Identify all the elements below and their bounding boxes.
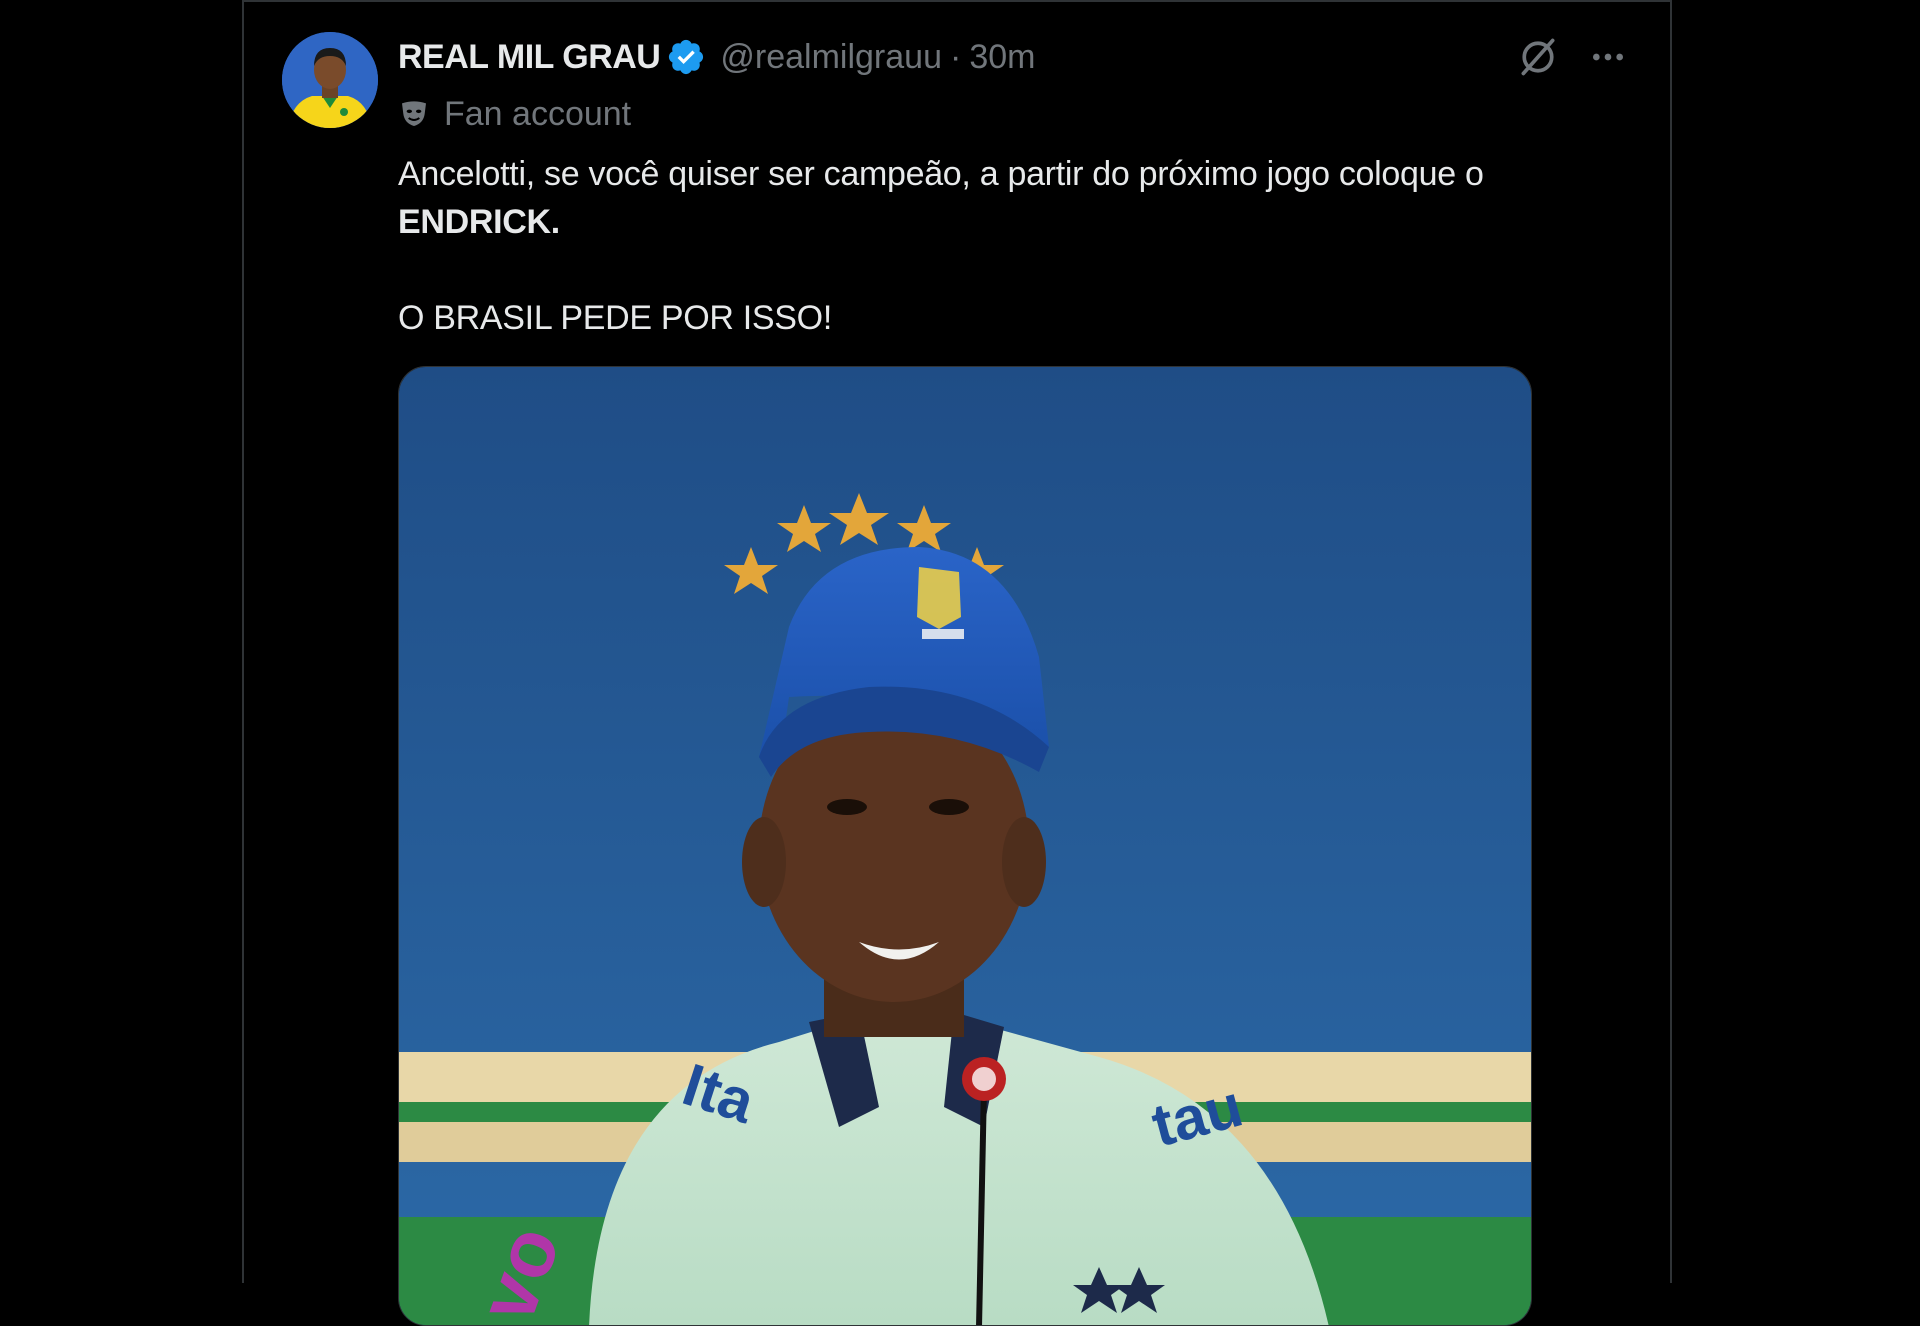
feed-column: REAL MIL GRAU @realmilgrauu · 30m Fan ac… xyxy=(242,0,1672,1326)
avatar[interactable] xyxy=(282,32,378,128)
separator: · xyxy=(949,37,962,76)
timestamp[interactable]: 30m xyxy=(969,38,1035,77)
mask-icon xyxy=(398,98,430,130)
display-name[interactable]: REAL MIL GRAU xyxy=(398,38,661,77)
photo: Ita tau vo xyxy=(399,367,1531,1325)
tweet-text-line: Ancelotti, se você quiser ser campeão, a… xyxy=(398,155,1484,193)
tweet-header: REAL MIL GRAU @realmilgrauu · 30m xyxy=(398,32,1035,82)
tweet-text-bold: ENDRICK. xyxy=(398,203,560,241)
verified-badge-icon[interactable] xyxy=(666,37,706,77)
header-actions xyxy=(1516,32,1628,82)
avatar-image xyxy=(282,32,378,128)
divider xyxy=(244,0,1670,2)
grok-icon[interactable] xyxy=(1516,35,1560,79)
tweet-text-line: O BRASIL PEDE POR ISSO! xyxy=(398,299,832,337)
affiliation-label: Fan account xyxy=(398,90,631,138)
more-icon[interactable] xyxy=(1588,37,1628,77)
affiliation-text: Fan account xyxy=(444,94,632,133)
handle[interactable]: @realmilgrauu xyxy=(720,38,942,77)
tweet-text: Ancelotti, se você quiser ser campeão, a… xyxy=(398,150,1638,342)
tweet-media-image[interactable]: Ita tau vo xyxy=(398,366,1532,1326)
